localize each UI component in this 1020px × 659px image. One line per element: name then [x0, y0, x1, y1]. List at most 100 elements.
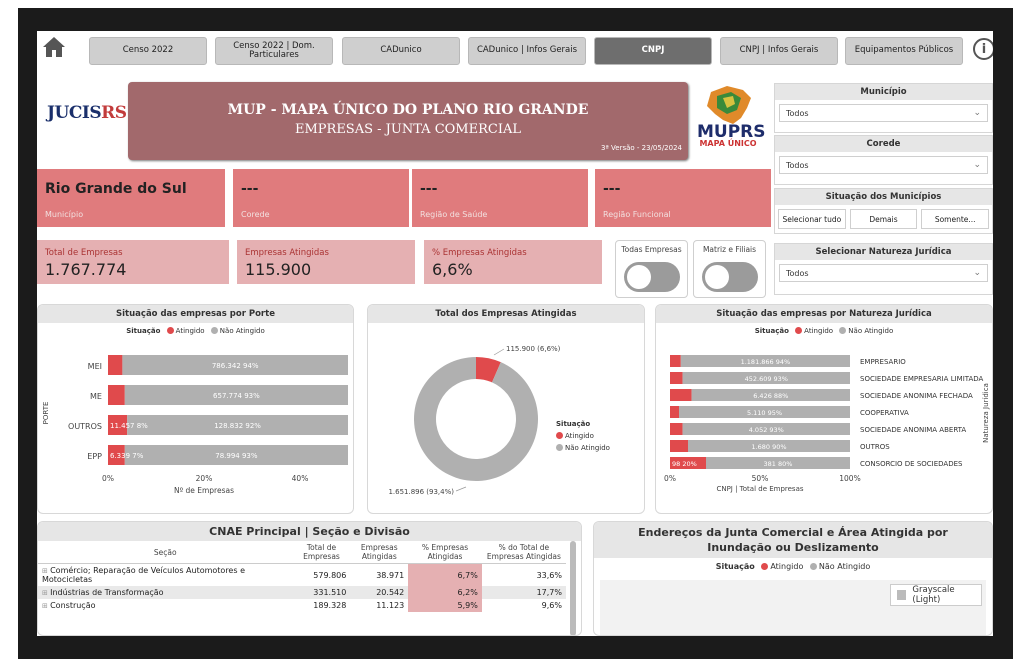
tab-cadunico[interactable]: CADunico — [342, 37, 460, 65]
row-total: 579.806 — [313, 570, 347, 580]
tab-cadunico-infos-gerais[interactable]: CADunico | Infos Gerais — [468, 37, 586, 65]
natureza-label-nao-atingido: 4.052 93% — [749, 426, 784, 434]
porte-label-atingido: 11.457 8% — [110, 422, 148, 430]
natureza-category-label: CONSORCIO DE SOCIEDADES — [860, 460, 963, 468]
toggle-switch[interactable] — [702, 262, 758, 292]
natureza-bar-atingido — [670, 355, 681, 367]
col-secao[interactable]: Seção — [38, 541, 293, 564]
donut-label-nao-atingido: 1.651.896 (93,4%) — [388, 488, 454, 496]
info-icon[interactable]: i — [973, 38, 993, 60]
chevron-down-icon: ⌄ — [973, 160, 981, 170]
cnae-panel: CNAE Principal | Seção e Divisão Seção T… — [37, 521, 582, 636]
toggle-knob — [627, 265, 651, 289]
natureza-ylabel: Natureza Jurídica — [982, 383, 990, 443]
natureza-filter-label: Selecionar Natureza Jurídica — [775, 244, 992, 260]
corede-filter: Corede Todos ⌄ — [774, 135, 993, 185]
toggle-matriz-filiais-label: Matriz e Filiais — [702, 245, 757, 254]
row-atingidas: 11.123 — [376, 601, 405, 610]
legend-atingido-dot — [556, 432, 563, 439]
municipio-dropdown[interactable]: Todos ⌄ — [779, 104, 988, 122]
regiao-saude-card-label: Região de Saúde — [420, 210, 488, 219]
toggle-matriz-filiais[interactable]: Matriz e Filiais — [693, 240, 766, 298]
legend-nao-atingido-dot — [839, 327, 847, 334]
mup-logo: MUPRS MAPA ÚNICO — [697, 84, 766, 154]
porte-category-label: MEI — [88, 362, 102, 371]
table-row[interactable]: ⊞ Comércio; Reparação de Veículos Automo… — [38, 563, 566, 586]
row-pct: 6,2% — [408, 586, 482, 599]
selecionar-tudo-button[interactable]: Selecionar tudo — [778, 209, 846, 229]
somente-button[interactable]: Somente... — [921, 209, 990, 229]
tab-censo-2022-dom-particulares[interactable]: Censo 2022 | Dom. Particulares — [215, 37, 333, 65]
legend-nao-atingido-dot — [556, 444, 563, 451]
row-secao-text: Indústrias de Transformação — [50, 588, 164, 597]
donut-slice-nao-atingido — [414, 357, 538, 481]
porte-category-label: OUTROS — [68, 422, 102, 431]
kpi-empresas-atingidas-value: 115.900 — [245, 260, 312, 279]
natureza-bar-atingido — [670, 423, 683, 435]
natureza-label-nao-atingido: 6.426 88% — [753, 392, 788, 400]
regiao-funcional-card-value: --- — [603, 181, 621, 197]
toggle-knob — [705, 265, 729, 289]
natureza-label-nao-atingido: 1.680 90% — [751, 443, 786, 451]
porte-chart-legend: Situação Atingido Não Atingido — [38, 327, 353, 335]
tab-equipamentos-publicos[interactable]: Equipamentos Públicos — [845, 37, 963, 65]
toggle-todas-empresas[interactable]: Todas Empresas — [615, 240, 688, 298]
map-legend: Situação Atingido Não Atingido — [594, 562, 992, 571]
legend-atingido: Atingido — [804, 327, 834, 335]
natureza-label-atingido: 98 20% — [672, 460, 697, 468]
porte-category-label: EPP — [87, 452, 102, 461]
table-header-row: Seção Total de Empresas Empresas Atingid… — [38, 541, 566, 564]
tab-cnpj[interactable]: CNPJ — [594, 37, 712, 65]
porte-tick-label: 0% — [102, 474, 114, 483]
table-scrollbar[interactable] — [570, 541, 576, 635]
expand-icon[interactable]: ⊞ — [42, 589, 50, 597]
table-row[interactable]: ⊞ Indústrias de Transformação 331.510 20… — [38, 586, 566, 599]
corede-dropdown-value: Todos — [786, 161, 809, 170]
expand-icon[interactable]: ⊞ — [42, 567, 50, 575]
porte-label-nao-atingido: 786.342 94% — [212, 362, 259, 370]
porte-label-nao-atingido: 657.774 93% — [213, 392, 260, 400]
natureza-category-label: SOCIEDADE ANONIMA ABERTA — [860, 426, 966, 434]
natureza-label-nao-atingido: 452.609 93% — [745, 375, 788, 383]
legend-nao-atingido-dot — [210, 327, 218, 334]
row-pct-total: 17,7% — [536, 588, 562, 597]
porte-xlabel: Nº de Empresas — [174, 486, 234, 495]
legend-atingido-dot — [166, 327, 174, 334]
home-icon[interactable] — [41, 35, 67, 59]
expand-icon[interactable]: ⊞ — [42, 602, 50, 610]
col-atingidas[interactable]: Empresas Atingidas — [350, 541, 409, 564]
toggle-switch[interactable] — [624, 262, 680, 292]
natureza-dropdown[interactable]: Todos ⌄ — [779, 264, 988, 282]
map-legend-nao-atingido: Não Atingido — [818, 562, 871, 571]
donut-label-atingido: 115.900 (6,6%) — [506, 345, 561, 353]
tab-censo-2022[interactable]: Censo 2022 — [89, 37, 207, 65]
basemap-button[interactable]: Grayscale (Light) — [890, 584, 982, 606]
cnae-table: Seção Total de Empresas Empresas Atingid… — [38, 541, 566, 612]
kpi-empresas-atingidas-label: Empresas Atingidas — [245, 248, 329, 258]
kpi-empresas-atingidas: Empresas Atingidas 115.900 — [237, 240, 415, 284]
corede-card-label: Corede — [241, 210, 270, 219]
toggle-todas-empresas-label: Todas Empresas — [621, 245, 682, 254]
demais-button[interactable]: Demais — [849, 209, 918, 229]
corede-dropdown[interactable]: Todos ⌄ — [779, 156, 988, 174]
regiao-saude-card: --- Região de Saúde — [412, 169, 588, 227]
porte-bar-atingido — [108, 385, 125, 405]
row-atingidas: 20.542 — [376, 588, 405, 597]
porte-label-nao-atingido: 128.832 92% — [214, 422, 261, 430]
col-pct-total[interactable]: % do Total de Empresas Atingidas — [481, 541, 566, 564]
donut-leader-nao-atingido — [455, 486, 467, 492]
porte-category-label: ME — [90, 392, 102, 401]
cnae-title: CNAE Principal | Seção e Divisão — [38, 522, 581, 541]
donut-legend-nao-atingido: Não Atingido — [565, 444, 610, 452]
porte-tick-label: 20% — [196, 474, 213, 483]
municipio-card-label: Município — [45, 210, 84, 219]
col-pct[interactable]: % Empresas Atingidas — [408, 541, 482, 564]
col-total[interactable]: Total de Empresas — [292, 541, 351, 564]
tab-cnpj-infos-gerais[interactable]: CNPJ | Infos Gerais — [720, 37, 838, 65]
table-row[interactable]: ⊞ Construção 189.328 11.123 5,9% 9,6% — [38, 599, 566, 612]
porte-ylabel: PORTE — [42, 402, 50, 425]
legend-title: Situação — [754, 327, 789, 335]
porte-label-atingido: 6.339 7% — [110, 452, 144, 460]
row-pct: 5,9% — [408, 599, 482, 612]
kpi-total-empresas-label: Total de Empresas — [45, 248, 123, 258]
